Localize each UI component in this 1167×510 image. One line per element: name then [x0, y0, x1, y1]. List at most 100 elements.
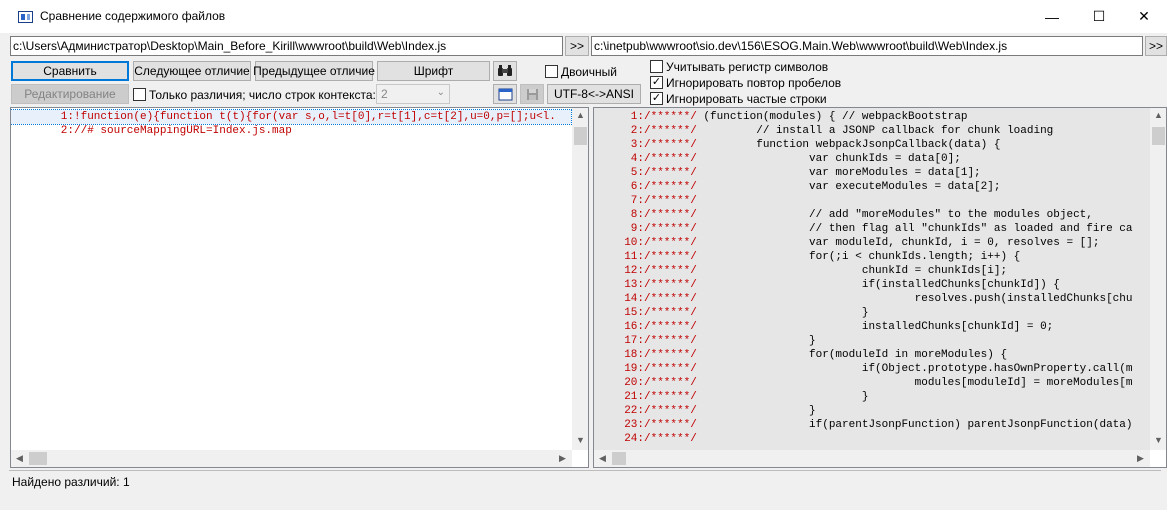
code-body: var moreModules = data[1];: [696, 167, 981, 179]
line-text: //# sourceMappingURL=Index.js.map: [74, 125, 292, 137]
right-compare-pane[interactable]: 1:/******/ (function(modules) { // webpa…: [593, 107, 1167, 468]
line-number: 21:: [624, 391, 644, 403]
comment-prefix: /******/: [644, 195, 697, 207]
encoding-button[interactable]: UTF-8<->ANSI: [547, 84, 641, 104]
right-horizontal-scrollbar[interactable]: ◀ ▶: [594, 450, 1150, 467]
line-number: 24:: [624, 433, 644, 445]
save-icon: [526, 88, 538, 100]
chevron-down-icon: ⌄: [436, 87, 445, 98]
scroll-up-icon[interactable]: ▲: [572, 110, 588, 120]
line-text: /******/ }: [644, 391, 868, 403]
code-line: 1:/******/ (function(modules) { // webpa…: [594, 110, 1149, 124]
app-icon: [18, 11, 33, 23]
maximize-button[interactable]: ☐: [1076, 0, 1122, 33]
line-text: /******/ (function(modules) { // webpack…: [644, 111, 967, 123]
line-number: 10:: [624, 237, 644, 249]
left-hscroll-thumb[interactable]: [29, 452, 47, 465]
code-line: 6:/******/ var executeModules = data[2];: [594, 180, 1149, 194]
code-line: 14:/******/ resolves.push(installedChunk…: [594, 292, 1149, 306]
left-vertical-scrollbar[interactable]: ▲ ▼: [572, 108, 588, 450]
line-number: 16:: [624, 321, 644, 333]
scroll-up-icon[interactable]: ▲: [1150, 110, 1166, 120]
scroll-down-icon[interactable]: ▼: [572, 435, 588, 445]
code-line: 13:/******/ if(installedChunks[chunkId])…: [594, 278, 1149, 292]
comment-prefix: /******/: [644, 377, 697, 389]
ignore-spaces-checkbox[interactable]: ✓: [650, 76, 663, 89]
left-file-path[interactable]: c:\Users\Администратор\Desktop\Main_Befo…: [10, 36, 563, 56]
comment-prefix: /******/: [644, 335, 697, 347]
left-vscroll-thumb[interactable]: [574, 127, 587, 145]
comment-prefix: /******/: [644, 153, 697, 165]
code-line: 22:/******/ }: [594, 404, 1149, 418]
comment-prefix: /******/: [644, 167, 697, 179]
find-button[interactable]: [493, 61, 517, 81]
context-lines-value: 2: [381, 87, 388, 101]
right-vscroll-thumb[interactable]: [1152, 127, 1165, 145]
code-body: for(moduleId in moreModules) {: [696, 349, 1008, 361]
line-text: /******/ function webpackJsonpCallback(d…: [644, 139, 1000, 151]
code-line: 1:!function(e){function t(t){for(var s,o…: [11, 109, 572, 125]
prev-diff-button[interactable]: Предыдущее отличие: [253, 61, 375, 81]
code-line: 23:/******/ if(parentJsonpFunction) pare…: [594, 418, 1149, 432]
left-horizontal-scrollbar[interactable]: ◀ ▶: [11, 450, 572, 467]
compare-label: Сравнить: [43, 64, 97, 78]
line-text: /******/: [644, 433, 697, 445]
ignore-spaces-label: Игнорировать повтор пробелов: [666, 76, 842, 90]
code-line: 2:/******/ // install a JSONP callback f…: [594, 124, 1149, 138]
ignore-frequent-checkbox[interactable]: ✓: [650, 92, 663, 105]
line-number: 2:: [630, 125, 644, 137]
code-body: if(Object.prototype.hasOwnProperty.call(…: [696, 363, 1133, 375]
code-body: installedChunks[chunkId] = 0;: [696, 321, 1054, 333]
context-lines-select[interactable]: 2 ⌄: [376, 84, 450, 104]
line-number: 13:: [624, 279, 644, 291]
right-hscroll-thumb[interactable]: [612, 452, 626, 465]
line-number: 2:: [60, 125, 74, 137]
view-toggle-button[interactable]: [493, 84, 517, 104]
browse-left-button[interactable]: >>: [565, 36, 589, 56]
scroll-down-icon[interactable]: ▼: [1150, 435, 1166, 445]
line-text: /******/ for(moduleId in moreModules) {: [644, 349, 1007, 361]
code-body: modules[moduleId] = moreModules[m: [696, 377, 1133, 389]
line-text: /******/ for(;i < chunkIds.length; i++) …: [644, 251, 1020, 263]
window-title: Сравнение содержимого файлов: [40, 9, 226, 23]
close-button[interactable]: ✕: [1121, 0, 1167, 33]
comment-prefix: /******/: [644, 251, 697, 263]
compare-button[interactable]: Сравнить: [11, 61, 129, 81]
binary-checkbox[interactable]: [545, 65, 558, 78]
code-line: 4:/******/ var chunkIds = data[0];: [594, 152, 1149, 166]
line-number: 19:: [624, 363, 644, 375]
save-button[interactable]: [520, 84, 544, 104]
scroll-left-icon[interactable]: ◀: [11, 453, 28, 464]
line-number: 23:: [624, 419, 644, 431]
right-file-path[interactable]: c:\inetpub\wwwroot\sio.dev\156\ESOG.Main…: [591, 36, 1143, 56]
scroll-left-icon[interactable]: ◀: [594, 453, 611, 464]
line-text: /******/ var moreModules = data[1];: [644, 167, 981, 179]
code-line: 16:/******/ installedChunks[chunkId] = 0…: [594, 320, 1149, 334]
line-text: /******/ }: [644, 335, 816, 347]
right-vertical-scrollbar[interactable]: ▲ ▼: [1150, 108, 1166, 450]
only-diffs-checkbox[interactable]: [133, 88, 146, 101]
code-body: }: [696, 391, 869, 403]
code-line: 15:/******/ }: [594, 306, 1149, 320]
comment-prefix: /******/: [644, 125, 697, 137]
comment-prefix: /******/: [644, 405, 697, 417]
encoding-label: UTF-8<->ANSI: [553, 87, 634, 101]
comment-prefix: /******/: [644, 433, 697, 445]
code-line: 11:/******/ for(;i < chunkIds.length; i+…: [594, 250, 1149, 264]
font-button[interactable]: Шрифт: [377, 61, 490, 81]
code-line: 19:/******/ if(Object.prototype.hasOwnPr…: [594, 362, 1149, 376]
scroll-right-icon[interactable]: ▶: [1132, 453, 1149, 464]
next-diff-button[interactable]: Следующее отличие: [133, 61, 251, 81]
line-number: 17:: [624, 335, 644, 347]
left-compare-pane[interactable]: 1:!function(e){function t(t){for(var s,o…: [10, 107, 589, 468]
code-body: }: [696, 405, 816, 417]
comment-prefix: /******/: [644, 139, 697, 151]
case-checkbox[interactable]: [650, 60, 663, 73]
scroll-right-icon[interactable]: ▶: [554, 453, 571, 464]
edit-button[interactable]: Редактирование: [11, 84, 129, 104]
minimize-button[interactable]: —: [1029, 0, 1075, 33]
code-line: 17:/******/ }: [594, 334, 1149, 348]
comment-prefix: /******/: [644, 307, 697, 319]
browse-right-button[interactable]: >>: [1145, 36, 1167, 56]
line-text: /******/ resolves.push(installedChunks[c…: [644, 293, 1132, 305]
